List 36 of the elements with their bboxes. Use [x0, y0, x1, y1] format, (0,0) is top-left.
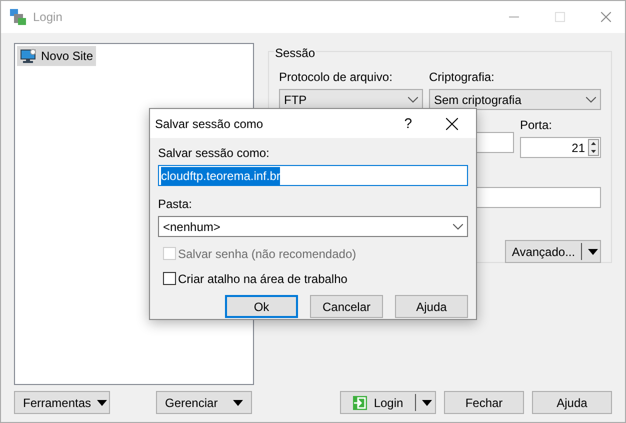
dropdown-button[interactable]: Ferramentas	[14, 391, 110, 414]
field-label: Salvar sessão como:	[158, 145, 270, 162]
field-label: Pasta:	[158, 196, 194, 213]
caret-icon	[588, 248, 598, 254]
caret-icon	[233, 400, 243, 406]
tree-item[interactable]: Novo Site	[17, 46, 96, 66]
login-icon	[352, 394, 368, 410]
session-name-field[interactable]: cloudftp.teorema.inf.br	[158, 165, 468, 186]
caret-icon	[97, 400, 108, 406]
field-label: Protocolo de arquivo:	[279, 69, 394, 86]
window-title: Login	[33, 9, 62, 26]
chevron-icon	[586, 96, 596, 102]
port-field[interactable]: 21	[520, 137, 601, 158]
app-icon	[9, 8, 27, 26]
dialog-title: Salvar sessão como	[155, 116, 264, 132]
close-icon[interactable]	[446, 118, 458, 130]
caret-icon	[422, 400, 432, 406]
protocol-select[interactable]: FTP	[279, 89, 423, 110]
encryption-select[interactable]: Sem criptografia	[429, 89, 601, 110]
dialog-button[interactable]: Ajuda	[395, 295, 468, 318]
monitor-icon	[20, 48, 37, 64]
field-label: Porta:	[520, 117, 554, 134]
dialog-button[interactable]: Ok	[225, 295, 298, 318]
login-button[interactable]: Login	[340, 391, 436, 414]
folder-select[interactable]: <nenhum>	[158, 216, 468, 237]
spinner-icon[interactable]	[588, 139, 599, 156]
dropdown-button[interactable]: Gerenciar	[156, 391, 252, 414]
advanced-button[interactable]: Avançado...	[505, 240, 601, 263]
field-label: Criptografia:	[429, 69, 496, 86]
dialog-button[interactable]: Cancelar	[310, 295, 383, 318]
checkbox[interactable]: Criar atalho na área de trabalho	[158, 266, 468, 291]
help-button[interactable]: ?	[404, 113, 412, 134]
chevron-icon	[408, 96, 418, 102]
action-button[interactable]: Ajuda	[532, 391, 612, 414]
action-button[interactable]: Fechar	[444, 391, 524, 414]
chevron-icon	[453, 224, 463, 230]
